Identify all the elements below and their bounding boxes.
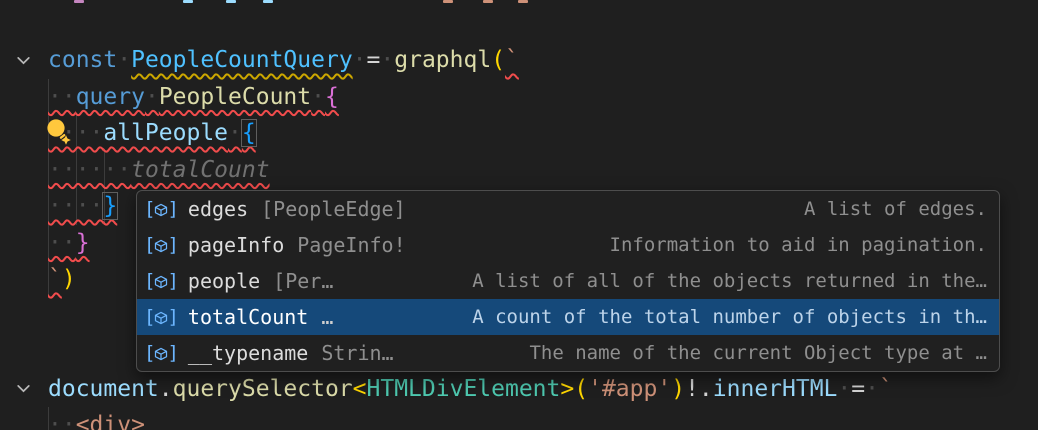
suggestion-detail: PageInfo! [297, 233, 405, 257]
suggestion-item-people[interactable]: [] people [Per… A list of all of the object… [137, 263, 999, 299]
code-token: ` [505, 47, 519, 73]
code-token: ···· [48, 193, 103, 219]
suggestion-detail: Strin… [321, 341, 393, 365]
code-token: . [159, 376, 173, 402]
suggest-widget: [] edges [PeopleEdge] A list of edges. [] pag… [136, 190, 1000, 372]
code-token: · [228, 120, 242, 146]
code-token: > [560, 376, 574, 402]
line-close-template: `) [48, 261, 76, 298]
code-token: = [851, 376, 865, 402]
code-token: innerHTML [713, 376, 838, 402]
code-token: const [48, 47, 117, 73]
code-token: } [103, 193, 117, 219]
suggestion-detail: [PeopleEdge] [261, 197, 406, 221]
code-token: PeopleCount [159, 84, 311, 110]
suggestion-description: A list of all of the objects returned in… [454, 270, 987, 292]
code-token: · [865, 376, 879, 402]
code-token: document [48, 376, 159, 402]
symbol-field-icon: [] [144, 236, 179, 255]
suggestion-label: totalCount [188, 305, 308, 329]
clipped-code-fragment [518, 0, 528, 3]
code-token: ( [574, 376, 588, 402]
suggestion-detail: … [321, 305, 333, 329]
code-token: { [242, 120, 256, 146]
symbol-field-icon: [] [144, 272, 179, 291]
code-token: · [145, 84, 159, 110]
code-token: ( [491, 47, 505, 73]
code-token: querySelector [173, 376, 353, 402]
code-token: ·· [48, 230, 76, 256]
line-div-open: ··<div> [48, 407, 145, 430]
suggestion-item-totalCount[interactable]: [] totalCount … A count of the total number… [137, 299, 999, 335]
clipped-code-fragment [226, 0, 236, 3]
suggestion-label: __typename [188, 341, 308, 365]
clipped-code-fragment [183, 0, 193, 3]
lightbulb-sparkle-icon[interactable] [42, 116, 74, 148]
symbol-field-icon: [] [144, 308, 179, 327]
symbol-field-icon: [] [144, 200, 179, 219]
suggestion-label: pageInfo [188, 233, 284, 257]
code-token: { [325, 84, 339, 110]
clipped-code-fragment [74, 0, 84, 3]
symbol-field-icon: [] [144, 344, 179, 363]
clipped-code-fragment [263, 0, 273, 3]
code-token: ` [879, 376, 893, 402]
code-token: query [76, 84, 145, 110]
suggestion-item-pageInfo[interactable]: [] pageInfo PageInfo! Information to aid in… [137, 227, 999, 263]
code-token: ·· [48, 412, 76, 430]
suggestion-label: people [188, 269, 260, 293]
code-token: · [353, 47, 367, 73]
fold-chevron-icon[interactable] [12, 42, 34, 79]
suggestion-detail: [Per… [273, 269, 333, 293]
code-token: · [380, 47, 394, 73]
code-token: ) [671, 376, 685, 402]
code-token: ·· [48, 84, 76, 110]
code-token: <div> [76, 412, 145, 430]
code-token: allPeople [103, 120, 228, 146]
suggestion-item-__typename[interactable]: [] __typename Strin… The name of the curren… [137, 335, 999, 371]
code-token: '#app' [588, 376, 671, 402]
fold-chevron-icon[interactable] [12, 371, 34, 408]
clipped-code-fragment [483, 0, 493, 3]
code-token: = [367, 47, 381, 73]
code-token: ! [685, 376, 699, 402]
code-token: ) [62, 266, 76, 292]
clipped-code-fragment [443, 0, 453, 3]
suggestion-description: Information to aid in pagination. [592, 234, 988, 256]
code-token: ······ [48, 157, 131, 183]
code-token: graphql [394, 47, 491, 73]
code-token: · [117, 47, 131, 73]
code-token: · [837, 376, 851, 402]
code-editor: const·PeopleCountQuery·=·graphql(`··quer… [0, 0, 1038, 430]
code-token: } [76, 230, 90, 256]
line-query-peoplecount: ··query·PeopleCount·{ [48, 79, 339, 116]
line-close-query: ··} [48, 225, 90, 262]
suggestion-description: The name of the current Object type at … [511, 342, 987, 364]
line-queryselector: document.querySelector<HTMLDivElement>('… [48, 371, 893, 408]
line-totalcount-ghost: ······totalCount [48, 152, 270, 189]
line-close-allpeople: ····} [48, 188, 117, 225]
suggestion-item-edges[interactable]: [] edges [PeopleEdge] A list of edges. [137, 191, 999, 227]
suggestion-list: [] edges [PeopleEdge] A list of edges. [] pag… [137, 191, 999, 371]
code-token: PeopleCountQuery [131, 47, 353, 73]
line-const-declaration: const·PeopleCountQuery·=·graphql(` [48, 42, 519, 79]
code-token: HTMLDivElement [367, 376, 561, 402]
code-token: totalCount [131, 157, 269, 183]
code-token: < [353, 376, 367, 402]
suggestion-description: A count of the total number of objects i… [454, 306, 987, 328]
code-token: · [311, 84, 325, 110]
code-token: ` [48, 266, 62, 292]
line-allpeople: ····allPeople·{ [48, 115, 256, 152]
suggestion-description: A list of edges. [786, 198, 987, 220]
code-token: . [699, 376, 713, 402]
suggestion-label: edges [188, 197, 248, 221]
